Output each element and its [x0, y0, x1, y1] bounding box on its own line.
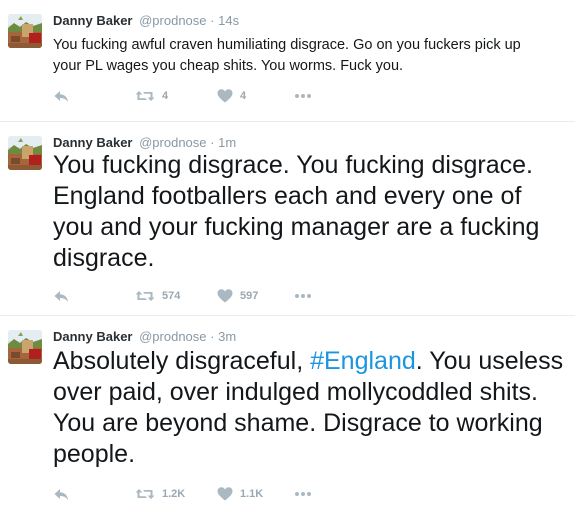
tweet-header: Danny Baker @prodnose · 14s [53, 13, 239, 28]
author-name[interactable]: Danny Baker [53, 13, 132, 28]
author-name[interactable]: Danny Baker [53, 135, 132, 150]
tweet[interactable]: Danny Baker @prodnose · 1m You fucking d… [0, 122, 575, 316]
reply-button[interactable] [53, 288, 69, 304]
more-button[interactable] [294, 288, 312, 304]
separator-dot: · [210, 329, 215, 344]
more-button[interactable] [294, 486, 312, 502]
like-button[interactable]: 4 [217, 88, 246, 104]
hashtag-link[interactable]: #England [310, 347, 416, 375]
retweet-icon [135, 288, 155, 304]
separator-dot: · [210, 13, 215, 28]
tweet-text-part: Absolutely disgraceful, [53, 347, 311, 375]
tweet[interactable]: Danny Baker @prodnose · 3m Absolutely di… [0, 316, 575, 516]
tweet-timestamp[interactable]: 14s [218, 13, 239, 28]
retweet-icon [135, 88, 155, 104]
reply-icon [53, 88, 69, 104]
like-icon [217, 288, 233, 304]
like-icon [217, 88, 233, 104]
retweet-count: 4 [162, 90, 169, 102]
like-icon [217, 486, 233, 502]
reply-button[interactable] [53, 88, 69, 104]
retweet-icon [135, 486, 155, 502]
retweet-count: 1.2K [162, 488, 186, 500]
tweet-actions: 4 4 [53, 88, 353, 104]
tweet-actions: 1.2K 1.1K [53, 486, 353, 502]
more-icon [294, 491, 312, 497]
author-handle[interactable]: @prodnose [139, 329, 206, 344]
tweet-timestamp[interactable]: 1m [218, 135, 236, 150]
tweet-text: Absolutely disgraceful, #England. You us… [53, 346, 565, 470]
tweet-text: You fucking disgrace. You fucking disgra… [53, 151, 540, 272]
author-handle[interactable]: @prodnose [139, 13, 206, 28]
tweet-header: Danny Baker @prodnose · 1m [53, 135, 236, 150]
tweet-timestamp[interactable]: 3m [218, 329, 236, 344]
retweet-count: 574 [162, 290, 181, 302]
retweet-button[interactable]: 4 [135, 88, 168, 104]
retweet-button[interactable]: 1.2K [135, 486, 185, 502]
like-button[interactable]: 1.1K [217, 486, 263, 502]
like-button[interactable]: 597 [217, 288, 258, 304]
more-icon [294, 93, 312, 99]
more-icon [294, 293, 312, 299]
like-count: 1.1K [240, 488, 264, 500]
more-button[interactable] [294, 88, 312, 104]
tweet-feed: Danny Baker @prodnose · 14s You fucking … [0, 0, 575, 516]
author-handle[interactable]: @prodnose [139, 135, 206, 150]
avatar[interactable] [8, 330, 42, 364]
avatar[interactable] [8, 14, 42, 48]
avatar[interactable] [8, 136, 42, 170]
tweet-header: Danny Baker @prodnose · 3m [53, 329, 236, 344]
like-count: 4 [240, 90, 247, 102]
tweet[interactable]: Danny Baker @prodnose · 14s You fucking … [0, 0, 575, 122]
retweet-button[interactable]: 574 [135, 288, 180, 304]
author-name[interactable]: Danny Baker [53, 329, 132, 344]
reply-icon [53, 486, 69, 502]
tweet-actions: 574 597 [53, 288, 353, 304]
separator-dot: · [210, 135, 215, 150]
reply-button[interactable] [53, 486, 69, 502]
reply-icon [53, 288, 69, 304]
like-count: 597 [240, 290, 259, 302]
tweet-text: You fucking awful craven humiliating dis… [53, 37, 521, 74]
